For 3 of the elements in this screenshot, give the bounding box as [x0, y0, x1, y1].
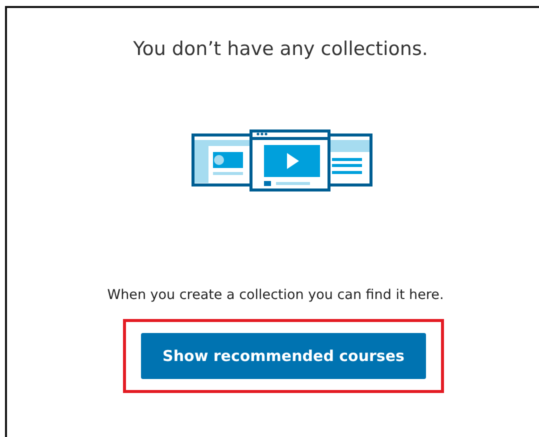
empty-state-message: When you create a collection you can find it here.: [106, 287, 445, 303]
empty-state-title: You don’t have any collections.: [132, 38, 429, 60]
show-courses-button[interactable]: Show recommended courses: [141, 333, 426, 379]
